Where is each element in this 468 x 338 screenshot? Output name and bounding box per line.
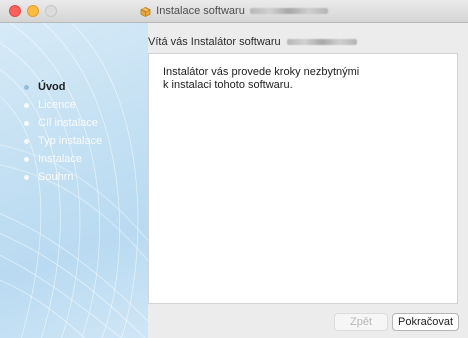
redacted-name bbox=[249, 8, 328, 14]
installer-window: Instalace softwaru Úvod Licence Cíl inst… bbox=[0, 0, 468, 338]
step-bullet bbox=[24, 139, 29, 144]
step-label: Souhrn bbox=[38, 171, 74, 183]
title-bar[interactable]: Instalace softwaru bbox=[0, 0, 468, 23]
page-heading: Vítá vás Instalátor softwaru bbox=[148, 36, 357, 48]
intro-line-1: Instalátor vás provede kroky nezbytnými bbox=[163, 66, 360, 78]
content-panel: Instalátor vás provede kroky nezbytnými … bbox=[148, 53, 458, 304]
step-bullet bbox=[24, 121, 29, 126]
sidebar: Úvod Licence Cíl instalace Typ instalace… bbox=[0, 23, 148, 338]
step-label: Úvod bbox=[38, 81, 66, 93]
package-icon bbox=[140, 6, 151, 17]
step-installation: Instalace bbox=[24, 150, 102, 168]
window-title: Instalace softwaru bbox=[156, 5, 245, 17]
redacted-name bbox=[286, 39, 357, 45]
step-bullet bbox=[24, 103, 29, 108]
heading-text: Vítá vás Instalátor softwaru bbox=[148, 36, 281, 48]
intro-text: Instalátor vás provede kroky nezbytnými … bbox=[163, 66, 403, 92]
continue-button[interactable]: Pokračovat bbox=[392, 313, 459, 331]
step-installation-type: Typ instalace bbox=[24, 132, 102, 150]
intro-line-2: k instalaci tohoto softwaru. bbox=[163, 79, 293, 91]
back-button: Zpět bbox=[334, 313, 388, 331]
step-label: Instalace bbox=[38, 153, 83, 165]
step-label: Licence bbox=[38, 99, 76, 111]
step-list: Úvod Licence Cíl instalace Typ instalace… bbox=[24, 78, 102, 186]
step-label: Cíl instalace bbox=[38, 117, 98, 129]
step-license: Licence bbox=[24, 96, 102, 114]
step-bullet bbox=[24, 157, 29, 162]
step-bullet bbox=[24, 85, 29, 90]
step-destination: Cíl instalace bbox=[24, 114, 102, 132]
step-summary: Souhrn bbox=[24, 168, 102, 186]
step-intro: Úvod bbox=[24, 78, 102, 96]
step-label: Typ instalace bbox=[38, 135, 103, 147]
step-bullet bbox=[24, 175, 29, 180]
